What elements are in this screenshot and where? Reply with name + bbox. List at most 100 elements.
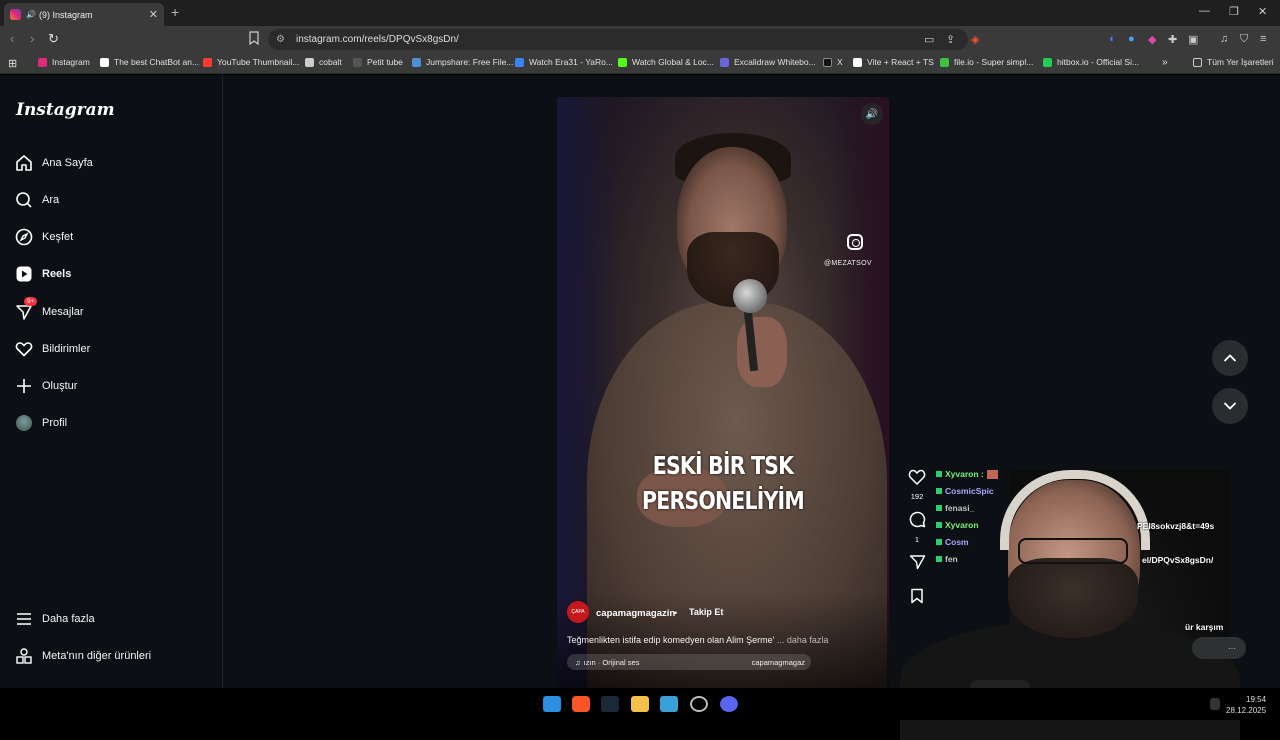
url-text[interactable]: instagram.com/reels/DPQvSx8gsDn/	[296, 34, 459, 45]
chat-text-fragment: ür karşım	[1185, 622, 1224, 632]
taskbar	[0, 688, 1280, 720]
extension-shield-icon[interactable]: ◆	[1148, 33, 1156, 46]
nav-search[interactable]: Ara	[14, 189, 59, 211]
minimize-button[interactable]: —	[1199, 5, 1210, 17]
bookmark-item[interactable]: Petit tube	[353, 57, 403, 67]
obs-icon[interactable]	[690, 696, 708, 712]
reload-button[interactable]: ↻	[48, 31, 59, 47]
bookmark-item[interactable]: file.io - Super simpl...	[940, 57, 1033, 67]
extension-audio-icon[interactable]: ◖	[1108, 33, 1115, 45]
nav-explore[interactable]: Keşfet	[14, 226, 73, 248]
share-icon[interactable]: ⇪	[946, 33, 955, 46]
new-tab-button[interactable]: +	[171, 4, 179, 20]
brave-shield-icon[interactable]: ◈	[971, 33, 979, 46]
nav-label: Reels	[42, 268, 72, 280]
file-explorer-icon[interactable]	[631, 696, 649, 712]
restore-button[interactable]: ❐	[1229, 5, 1239, 18]
tab-instagram[interactable]: 🔊 (9) Instagram ✕	[4, 3, 164, 26]
sidebar-icon[interactable]: ▣	[1188, 33, 1198, 46]
bookmark-item[interactable]: cobalt	[305, 57, 342, 67]
bookmark-item[interactable]: hitbox.io - Official Si...	[1043, 57, 1139, 67]
address-toolbar: ‹ › ↻ ⚙ instagram.com/reels/DPQvSx8gsDn/…	[0, 26, 1280, 53]
bookmark-item[interactable]: Instagram	[38, 57, 90, 67]
chat-username: Cosm	[945, 537, 969, 547]
bookmark-item[interactable]: YouTube Thumbnail...	[203, 57, 299, 67]
nav-label: Keşfet	[42, 231, 74, 243]
nav-profile[interactable]: Profil	[14, 412, 67, 434]
reaction-pill[interactable]: ···	[1192, 637, 1246, 659]
instagram-logo[interactable]: Instagram	[16, 100, 115, 120]
nav-create[interactable]: Oluştur	[14, 375, 77, 397]
compass-icon	[14, 227, 34, 247]
nav-messages[interactable]: 9+ Mesajlar	[14, 297, 84, 323]
speaker-icon[interactable]: 🔊	[26, 10, 36, 19]
chat-line: Xyvaron	[936, 520, 979, 530]
photos-icon[interactable]	[660, 696, 678, 712]
emote-icon	[986, 469, 998, 479]
menu-icon[interactable]: ≡	[1260, 33, 1266, 45]
reel-video[interactable]: 🔊 @MEZATSOV ESKİ BİR TSK PERSONELİYİM ÇA…	[557, 97, 889, 688]
heart-icon	[14, 339, 34, 359]
tab-bar: 🔊 (9) Instagram ✕ + — ❐ ✕	[0, 0, 1280, 26]
apps-grid-icon[interactable]: ⊞	[8, 57, 17, 70]
kick-icon	[618, 57, 627, 67]
close-window-button[interactable]: ✕	[1258, 5, 1267, 18]
account-avatar[interactable]: ÇAPA	[567, 601, 589, 623]
windows-start-icon[interactable]	[543, 696, 561, 712]
nav-more[interactable]: Daha fazla	[14, 608, 95, 630]
ellipsis-icon: ···	[1228, 643, 1236, 653]
tray-icon[interactable]	[1210, 698, 1220, 710]
media-icon[interactable]: ♫	[1220, 33, 1228, 45]
nav-label: Mesajlar	[42, 306, 84, 318]
extension-vpn-icon[interactable]: ●	[1128, 33, 1135, 45]
steam-icon[interactable]	[601, 696, 619, 712]
tab-title: (9) Instagram	[38, 9, 93, 20]
more-link[interactable]: ... daha fazla	[777, 635, 829, 645]
more-bookmarks-icon[interactable]: »	[1162, 57, 1168, 68]
discord-icon[interactable]	[720, 696, 738, 712]
bookmark-item[interactable]: X	[823, 57, 843, 67]
bookmark-item[interactable]: Excalidraw Whitebo...	[720, 57, 816, 67]
bookmark-item[interactable]: Jumpshare: Free File...	[412, 57, 513, 67]
close-tab-icon[interactable]: ✕	[149, 8, 158, 21]
bookmark-item[interactable]: Watch Global & Loc...	[618, 57, 714, 67]
clock-time: 19:54	[1246, 695, 1267, 704]
bookmark-item[interactable]: The best ChatBot an...	[100, 57, 199, 67]
cast-icon[interactable]: ▭	[924, 33, 934, 46]
previous-reel-button[interactable]	[1212, 340, 1248, 376]
chat-link-fragment: el/DPQvSx8gsDn/	[1142, 555, 1214, 565]
bookmark-page-icon[interactable]	[248, 31, 260, 45]
brave-icon[interactable]	[572, 696, 590, 712]
next-reel-button[interactable]	[1212, 388, 1248, 424]
clock-date: 28.12.2025	[1226, 706, 1267, 715]
nav-meta-products[interactable]: Meta'nın diğer ürünleri	[14, 645, 151, 667]
nav-label: Ana Sayfa	[42, 157, 93, 169]
forward-button[interactable]: ›	[30, 31, 34, 46]
site-info-icon[interactable]: ⚙	[276, 34, 285, 45]
chat-line: Cosm	[936, 537, 969, 547]
volume-button[interactable]: 🔊	[861, 103, 883, 125]
bookmark-item[interactable]: Vite + React + TS	[853, 57, 934, 67]
wallet-icon[interactable]: ⛉	[1240, 33, 1248, 46]
nav-reels[interactable]: Reels	[14, 263, 71, 285]
back-button[interactable]: ‹	[10, 31, 14, 46]
audio-bar[interactable]: ♫ ızın · Orijinal ses capamagmagaz	[567, 654, 811, 670]
account-name[interactable]: capamagmagazin	[596, 608, 675, 619]
nav-home[interactable]: Ana Sayfa	[14, 152, 93, 174]
all-bookmarks[interactable]: Tüm Yer İşaretleri	[1193, 57, 1274, 67]
webcam-overlay	[860, 470, 1240, 740]
nav-label: Bildirimler	[42, 343, 91, 355]
system-clock[interactable]: 19:54 28.12.2025	[1226, 694, 1266, 716]
follow-button[interactable]: Takip Et	[682, 603, 730, 620]
nav-notifications[interactable]: Bildirimler	[14, 338, 90, 360]
streamer-body	[900, 620, 1240, 740]
extensions-icon[interactable]: ✚	[1168, 33, 1177, 46]
era31-icon	[515, 57, 524, 67]
bookmark-item[interactable]: Watch Era31 - YaRo...	[515, 57, 613, 67]
chevron-up-icon	[1223, 354, 1237, 362]
badge-icon	[936, 505, 942, 511]
nav-label: Oluştur	[42, 380, 78, 392]
chat-link-fragment: PEI8sokvzj8&t=49s	[1137, 521, 1215, 531]
chat-username: CosmicSpic	[945, 486, 994, 496]
home-icon	[14, 153, 34, 173]
